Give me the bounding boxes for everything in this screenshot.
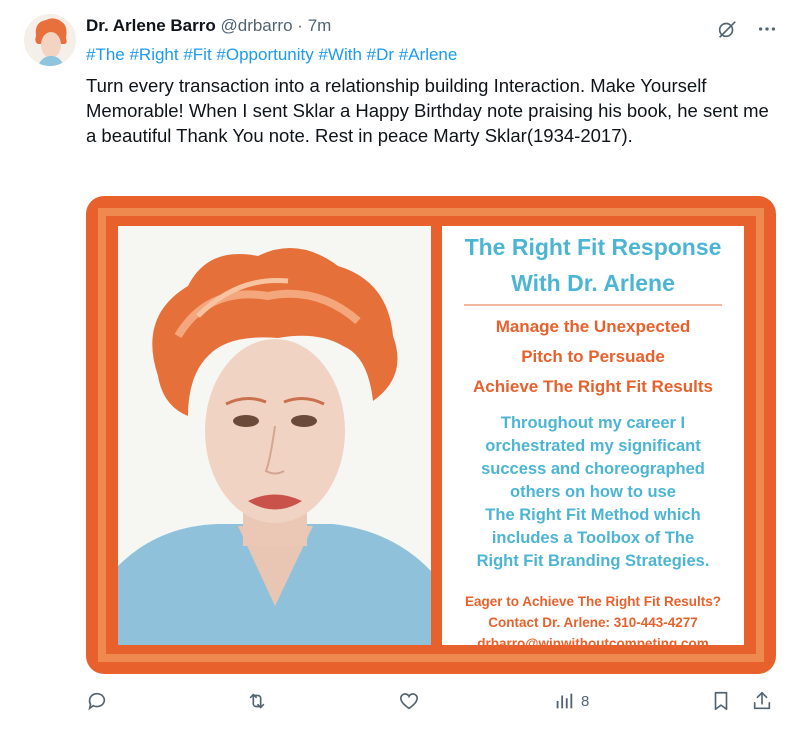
promo-body-line: orchestrated my significant xyxy=(485,437,701,455)
promo-body-line: Right Fit Branding Strategies. xyxy=(476,552,710,570)
like-icon xyxy=(398,690,420,712)
reply-icon xyxy=(86,690,108,712)
promo-body-line: Throughout my career I xyxy=(500,414,686,432)
promo-bullet: Pitch to Persuade xyxy=(521,347,665,366)
promo-body-line: The Right Fit Method which xyxy=(485,506,701,524)
promo-title-line2: With Dr. Arlene xyxy=(511,270,675,296)
promo-phone: Contact Dr. Arlene: 310-443-4277 xyxy=(488,615,698,630)
share-icon xyxy=(751,690,773,712)
promo-body-line: includes a Toolbox of The xyxy=(491,529,695,547)
grok-icon[interactable] xyxy=(716,18,738,40)
promo-email: drbarro@winwithoutcompeting.com xyxy=(477,636,709,651)
portrait-photo xyxy=(118,226,431,645)
author-handle[interactable]: @drbarro xyxy=(220,16,292,35)
author-name[interactable]: Dr. Arlene Barro xyxy=(86,16,216,35)
more-icon[interactable] xyxy=(756,18,778,40)
tweet-top-actions xyxy=(716,18,778,40)
timestamp[interactable]: 7m xyxy=(308,16,332,35)
avatar[interactable] xyxy=(24,14,76,66)
like-button[interactable] xyxy=(398,690,420,712)
promo-title-line1: The Right Fit Response xyxy=(464,234,722,260)
promo-body-line: others on how to use xyxy=(510,483,676,501)
views-icon xyxy=(553,690,575,712)
tweet-text: Turn every transaction into a relationsh… xyxy=(86,75,769,146)
promo-panel: The Right Fit Response With Dr. Arlene M… xyxy=(442,226,744,651)
bookmark-icon xyxy=(710,690,732,712)
media-card[interactable]: The Right Fit Response With Dr. Arlene M… xyxy=(86,196,776,674)
promo-cta: Eager to Achieve The Right Fit Results? xyxy=(464,594,722,609)
views-button[interactable]: 8 xyxy=(553,690,589,712)
promo-bullet: Achieve The Right Fit Results xyxy=(473,377,713,396)
share-button[interactable] xyxy=(751,690,773,712)
retweet-icon xyxy=(246,690,268,712)
promo-body: Throughout my career I orchestrated my s… xyxy=(442,412,744,573)
views-count: 8 xyxy=(581,692,590,710)
tweet-header: Dr. Arlene Barro @drbarro · 7m xyxy=(86,16,331,36)
action-bar: 8 xyxy=(86,690,776,720)
separator: · xyxy=(297,16,303,35)
promo-bullet: Manage the Unexpected xyxy=(495,317,691,336)
retweet-button[interactable] xyxy=(246,690,268,712)
promo-contact: Eager to Achieve The Right Fit Results? … xyxy=(442,591,744,654)
avatar-image xyxy=(24,14,76,66)
promo-body-line: success and choreographed xyxy=(481,460,705,478)
divider xyxy=(464,304,722,306)
reply-button[interactable] xyxy=(86,690,108,712)
hashtags[interactable]: #The #Right #Fit #Opportunity #With #Dr … xyxy=(86,45,457,65)
bookmark-button[interactable] xyxy=(710,690,732,712)
